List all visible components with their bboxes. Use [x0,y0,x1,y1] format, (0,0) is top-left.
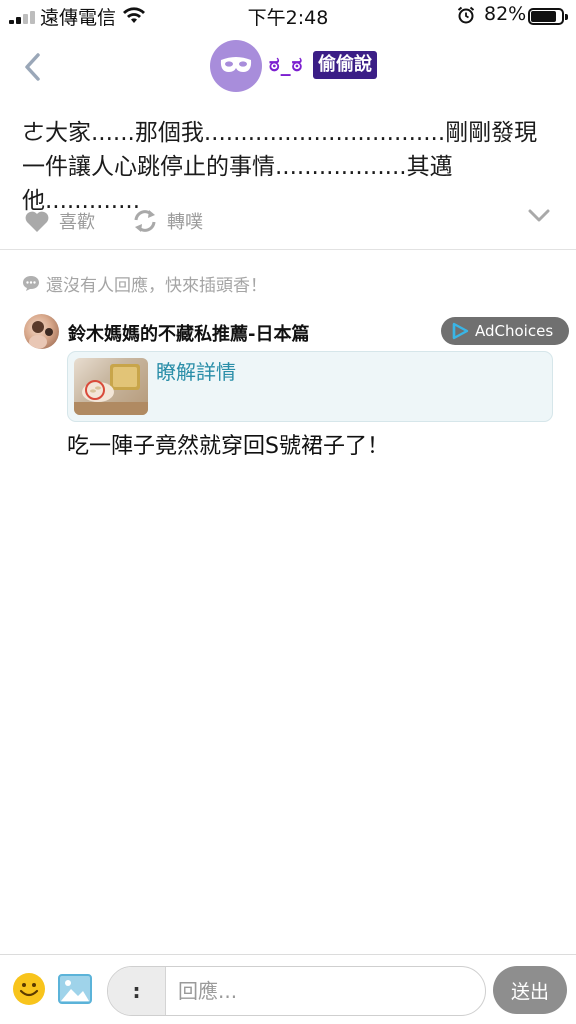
reply-box: : [107,966,486,1016]
ad-avatar-image [29,321,53,349]
empty-replies-text: 還沒有人回應，快來插頭香！ [46,276,267,296]
mask-icon [220,57,252,72]
screen: 遠傳電信 下午2:48 82% ಠ_ಠ 偷偷說 ㄜ大家......那個我....… [0,0,576,1024]
learn-more-link[interactable]: 瞭解詳情 [156,356,236,385]
ad-thumbnail [74,358,148,415]
replurk-button[interactable]: 轉噗 [132,203,203,239]
like-button[interactable]: 喜歡 [24,203,95,239]
send-button[interactable]: 送出 [493,966,567,1014]
status-bar: 遠傳電信 下午2:48 82% [0,0,576,32]
emoji-icon [19,983,39,997]
avatar[interactable] [210,40,262,92]
like-label: 喜歡 [59,212,95,233]
heart-icon [25,211,49,232]
ad-card[interactable]: 瞭解詳情 [67,351,553,422]
image-icon[interactable] [58,974,92,1004]
reply-input[interactable] [166,967,485,1015]
qualifier-selector[interactable]: : [108,967,166,1015]
adchoices-label: AdChoices [475,322,554,340]
empty-replies: 還沒有人回應，快來插頭香！ [22,271,267,296]
chevron-down-icon[interactable] [528,209,550,223]
battery-percentage: 82% [484,3,527,25]
alarm-icon [457,6,475,24]
header: ಠ_ಠ 偷偷說 [0,32,576,102]
ad-author[interactable]: 鈴木媽媽的不藏私推薦-日本篇 [68,320,309,346]
divider [0,249,576,250]
ad-avatar[interactable] [24,314,59,349]
back-chevron-icon[interactable] [20,50,46,84]
ad-headline[interactable]: 吃一陣子竟然就穿回S號裙子了！ [67,428,389,460]
reply-composer: : 送出 [0,954,576,1024]
replurk-label: 轉噗 [167,212,203,233]
post-actions: 喜歡 轉噗 [0,203,576,239]
adchoices-icon [452,322,469,340]
emoji-button[interactable] [13,973,45,1005]
board-badge[interactable]: 偷偷說 [313,51,377,79]
battery-icon [528,8,568,25]
adchoices-button[interactable]: AdChoices [441,317,569,345]
poster-nickname[interactable]: ಠ_ಠ [269,52,303,76]
comment-bubble-icon [23,276,39,291]
replurk-icon [134,210,156,232]
